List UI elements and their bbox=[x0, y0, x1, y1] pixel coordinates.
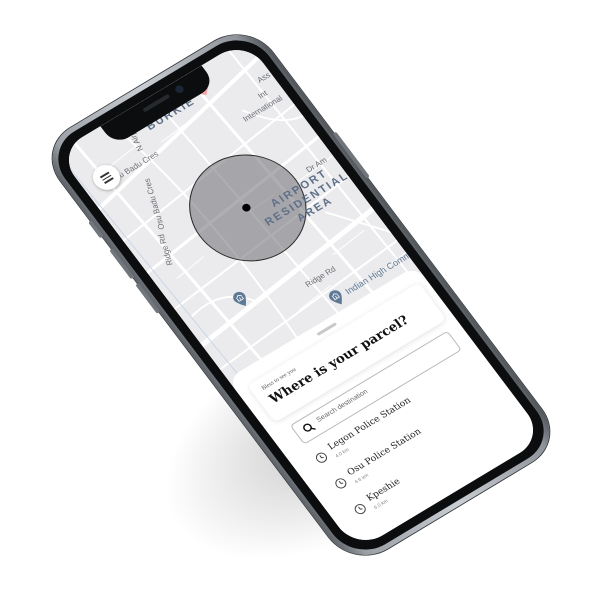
clock-icon bbox=[354, 504, 366, 515]
phone-screen: BURKIE N Airport Oku Badu Cres Osu Badu … bbox=[56, 39, 546, 551]
phone-bezel: BURKIE N Airport Oku Badu Cres Osu Badu … bbox=[43, 27, 559, 563]
front-camera bbox=[173, 83, 186, 95]
clock-icon bbox=[315, 452, 328, 463]
search-icon bbox=[303, 423, 316, 432]
clock-icon bbox=[335, 478, 347, 489]
speaker bbox=[142, 93, 171, 113]
phone-frame: BURKIE N Airport Oku Badu Cres Osu Badu … bbox=[36, 20, 566, 570]
